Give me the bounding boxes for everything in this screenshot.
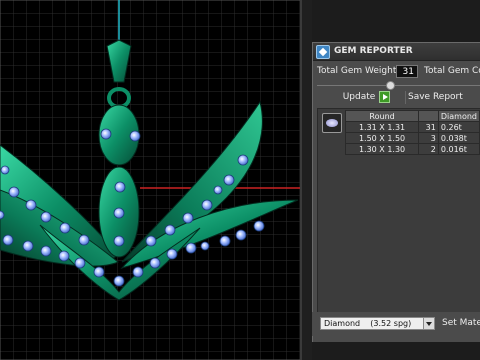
table-row[interactable]: 1.50 X 1.50 3 0.038t [344,132,480,144]
set-material-button[interactable]: Set Mater [442,317,480,330]
gem-table-area: Round Diamond 1.31 X 1.31 31 0.26t 1.50 … [317,108,480,313]
splitter-line [317,85,480,86]
play-icon[interactable] [379,91,390,103]
cell-weight: 0.038t [437,132,480,144]
panel-splitter[interactable] [313,81,480,90]
dropdown-arrow-icon[interactable] [423,318,434,329]
cell-size: 1.30 X 1.30 [344,143,420,155]
cell-size: 1.50 X 1.50 [344,132,420,144]
gem-reporter-panel: GEM REPORTER Total Gem Weight 31 Total G… [312,42,480,342]
viewport-separator [302,0,312,360]
gem-table: Round Diamond 1.31 X 1.31 31 0.26t 1.50 … [344,110,480,155]
material-bar: Diamond (3.52 spg) Set Mater [312,312,480,336]
total-gem-weight-label: Total Gem Weight [317,66,397,76]
material-dropdown[interactable]: Diamond (3.52 spg) [320,317,435,330]
update-button[interactable]: Update [341,91,377,104]
cell-size: 1.31 X 1.31 [344,121,420,133]
construction-grid [0,0,300,360]
cell-count: 2 [418,143,439,155]
panel-title-bar[interactable]: GEM REPORTER [313,43,480,61]
gem-thumbnail-icon[interactable] [322,113,342,133]
3d-viewport[interactable] [0,0,302,360]
table-row[interactable]: 1.31 X 1.31 31 0.26t [344,121,480,133]
table-row[interactable]: 1.30 X 1.30 2 0.016t [344,143,480,155]
viewport-canvas [0,0,300,360]
splitter-knob[interactable] [386,81,395,90]
total-gem-count-label: Total Gem Cou [424,66,480,76]
column-header-count[interactable] [418,110,439,122]
save-report-button[interactable]: Save Report [405,91,480,104]
column-header-round[interactable]: Round [344,110,420,122]
cell-weight: 0.26t [437,121,480,133]
panel-title: GEM REPORTER [334,46,413,56]
cell-count: 3 [418,132,439,144]
total-gem-weight-field[interactable]: 31 [396,65,418,78]
column-header-diamond[interactable]: Diamond [437,110,480,122]
cell-weight: 0.016t [437,143,480,155]
cell-count: 31 [418,121,439,133]
gem-reporter-icon [316,45,330,59]
table-header-row: Round Diamond [344,110,480,122]
material-dropdown-value: Diamond (3.52 spg) [324,319,412,328]
